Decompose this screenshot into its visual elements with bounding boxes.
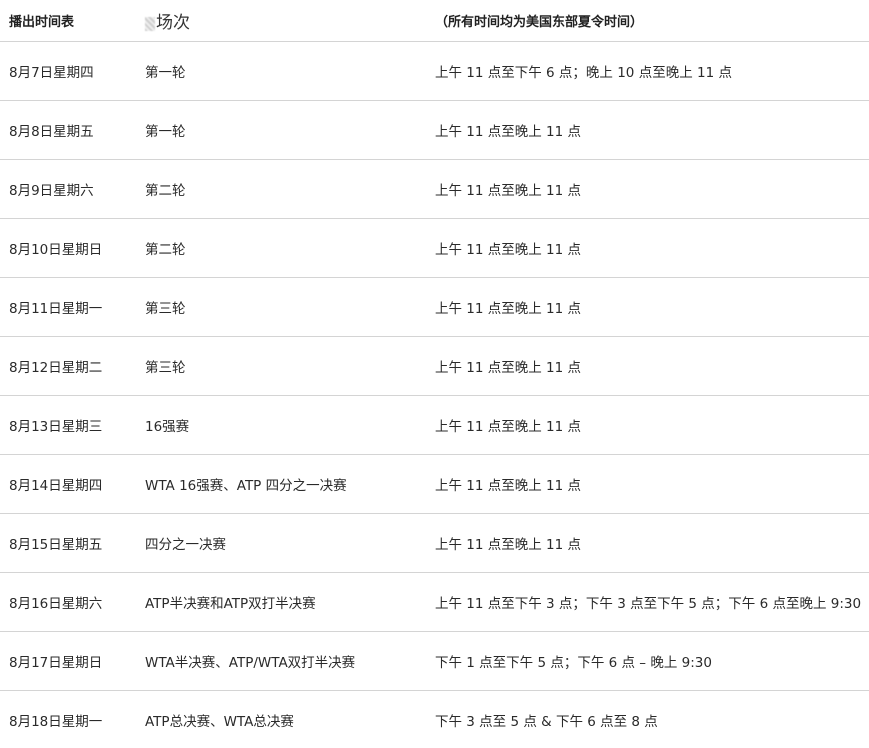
table-row: 8月18日星期一ATP总决赛、WTA总决赛下午 3 点至 5 点 & 下午 6 … <box>0 691 869 748</box>
header-date: 播出时间表 <box>0 0 136 42</box>
row-time: 上午 11 点至晚上 11 点 <box>426 278 869 337</box>
table-row: 8月16日星期六ATP半决赛和ATP双打半决赛上午 11 点至下午 3 点；下午… <box>0 573 869 632</box>
header-round-label: 场次 <box>145 8 190 33</box>
row-round: 四分之一决赛 <box>136 514 426 573</box>
table-row: 8月7日星期四第一轮上午 11 点至下午 6 点；晚上 10 点至晚上 11 点 <box>0 42 869 101</box>
table-row: 8月8日星期五第一轮上午 11 点至晚上 11 点 <box>0 101 869 160</box>
row-round: 第三轮 <box>136 337 426 396</box>
row-round: WTA半决赛、ATP/WTA双打半决赛 <box>136 632 426 691</box>
row-date: 8月7日星期四 <box>0 42 136 101</box>
schedule-table: 播出时间表 场次 （所有时间均为美国东部夏令时间） 8月7日星期四第一轮上午 1… <box>0 0 869 748</box>
table-row: 8月10日星期日第二轮上午 11 点至晚上 11 点 <box>0 219 869 278</box>
row-round: 16强赛 <box>136 396 426 455</box>
row-round: 第一轮 <box>136 42 426 101</box>
row-time: 上午 11 点至晚上 11 点 <box>426 455 869 514</box>
header-time: （所有时间均为美国东部夏令时间） <box>426 0 869 42</box>
header-round-text: 场次 <box>156 13 190 33</box>
row-date: 8月14日星期四 <box>0 455 136 514</box>
row-round: ATP半决赛和ATP双打半决赛 <box>136 573 426 632</box>
row-date: 8月9日星期六 <box>0 160 136 219</box>
row-time: 下午 3 点至 5 点 & 下午 6 点至 8 点 <box>426 691 869 748</box>
table-row: 8月11日星期一第三轮上午 11 点至晚上 11 点 <box>0 278 869 337</box>
row-date: 8月15日星期五 <box>0 514 136 573</box>
row-time: 上午 11 点至下午 6 点；晚上 10 点至晚上 11 点 <box>426 42 869 101</box>
row-round: 第一轮 <box>136 101 426 160</box>
header-row: 播出时间表 场次 （所有时间均为美国东部夏令时间） <box>0 0 869 42</box>
row-date: 8月11日星期一 <box>0 278 136 337</box>
row-date: 8月12日星期二 <box>0 337 136 396</box>
row-time: 上午 11 点至晚上 11 点 <box>426 514 869 573</box>
table-row: 8月15日星期五四分之一决赛上午 11 点至晚上 11 点 <box>0 514 869 573</box>
row-round: 第三轮 <box>136 278 426 337</box>
row-time: 下午 1 点至下午 5 点；下午 6 点 – 晚上 9:30 <box>426 632 869 691</box>
table-row: 8月17日星期日WTA半决赛、ATP/WTA双打半决赛下午 1 点至下午 5 点… <box>0 632 869 691</box>
row-round: 第二轮 <box>136 219 426 278</box>
row-date: 8月10日星期日 <box>0 219 136 278</box>
row-date: 8月8日星期五 <box>0 101 136 160</box>
schedule-body: 8月7日星期四第一轮上午 11 点至下午 6 点；晚上 10 点至晚上 11 点… <box>0 42 869 748</box>
row-date: 8月13日星期三 <box>0 396 136 455</box>
row-round: WTA 16强赛、ATP 四分之一决赛 <box>136 455 426 514</box>
row-time: 上午 11 点至晚上 11 点 <box>426 337 869 396</box>
row-time: 上午 11 点至下午 3 点；下午 3 点至下午 5 点；下午 6 点至晚上 9… <box>426 573 869 632</box>
table-row: 8月14日星期四WTA 16强赛、ATP 四分之一决赛上午 11 点至晚上 11… <box>0 455 869 514</box>
row-round: 第二轮 <box>136 160 426 219</box>
row-date: 8月16日星期六 <box>0 573 136 632</box>
blurred-glyph <box>145 17 155 31</box>
table-row: 8月12日星期二第三轮上午 11 点至晚上 11 点 <box>0 337 869 396</box>
table-row: 8月9日星期六第二轮上午 11 点至晚上 11 点 <box>0 160 869 219</box>
row-time: 上午 11 点至晚上 11 点 <box>426 101 869 160</box>
row-date: 8月17日星期日 <box>0 632 136 691</box>
row-time: 上午 11 点至晚上 11 点 <box>426 219 869 278</box>
row-date: 8月18日星期一 <box>0 691 136 748</box>
row-time: 上午 11 点至晚上 11 点 <box>426 396 869 455</box>
table-row: 8月13日星期三16强赛上午 11 点至晚上 11 点 <box>0 396 869 455</box>
header-round: 场次 <box>136 0 426 42</box>
row-round: ATP总决赛、WTA总决赛 <box>136 691 426 748</box>
row-time: 上午 11 点至晚上 11 点 <box>426 160 869 219</box>
